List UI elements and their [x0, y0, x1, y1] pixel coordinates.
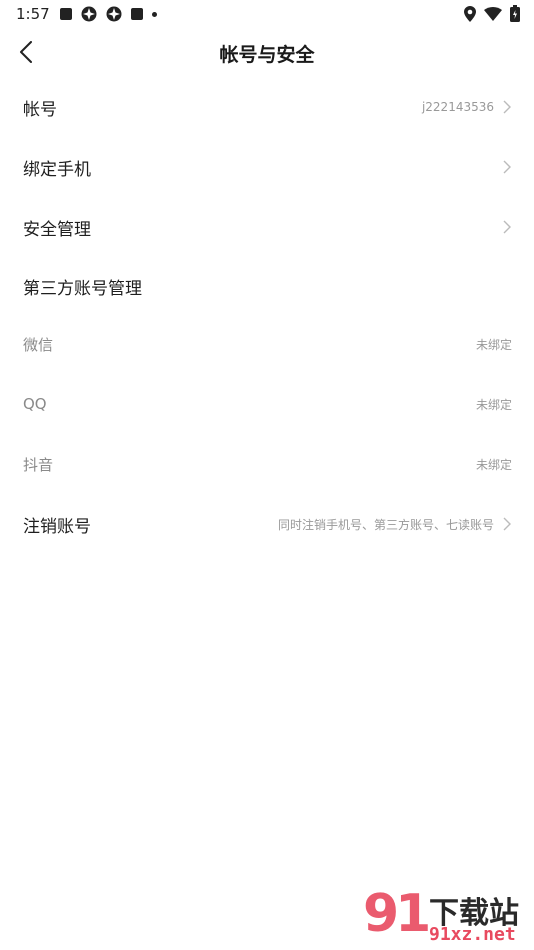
bind-status: 未绑定 [475, 457, 512, 472]
row-label: 帐号 [23, 99, 57, 120]
chevron-right-icon [503, 517, 511, 531]
third-party-section-header: 第三方账号管理 [0, 256, 534, 316]
status-time: 1:57 [16, 5, 50, 23]
bind-phone-row[interactable]: 绑定手机 [0, 137, 534, 197]
notification-pinwheel-icon [106, 6, 122, 22]
notification-square-icon [131, 8, 143, 20]
wifi-icon [484, 6, 502, 21]
security-management-row[interactable]: 安全管理 [0, 197, 534, 257]
page-title: 帐号与安全 [219, 44, 315, 66]
account-id-value: j222143536 [421, 100, 494, 114]
cancel-account-note: 同时注销手机号、第三方账号、七读账号 [277, 517, 494, 532]
douyin-row[interactable]: 抖音 未绑定 [0, 434, 534, 494]
bind-status: 未绑定 [475, 337, 512, 352]
row-label: 安全管理 [23, 219, 91, 240]
account-row[interactable]: 帐号 j222143536 [0, 77, 534, 137]
notification-pinwheel-icon [81, 6, 97, 22]
wechat-row[interactable]: 微信 未绑定 [0, 314, 534, 374]
row-label: 注销账号 [23, 516, 91, 537]
system-icons [464, 5, 520, 22]
watermark-logo: 91 [363, 884, 431, 944]
notification-square-icon [60, 8, 72, 20]
header: 帐号与安全 [0, 28, 534, 76]
chevron-right-icon [503, 160, 511, 174]
chevron-right-icon [503, 100, 511, 114]
watermark-domain: 91xz.net [429, 924, 516, 945]
cancel-account-row[interactable]: 注销账号 同时注销手机号、第三方账号、七读账号 [0, 494, 534, 554]
row-label: 绑定手机 [23, 159, 91, 180]
battery-icon [510, 5, 520, 22]
row-label: QQ [23, 395, 47, 413]
status-bar: 1:57 [0, 0, 534, 28]
section-title: 第三方账号管理 [23, 278, 142, 299]
row-label: 抖音 [23, 455, 54, 474]
notification-icons [60, 6, 157, 22]
bind-status: 未绑定 [475, 397, 512, 412]
location-icon [464, 5, 476, 22]
more-notifications-dot-icon [152, 11, 157, 17]
site-watermark: 91 下载站 91xz.net [359, 880, 534, 950]
row-label: 微信 [23, 335, 54, 354]
qq-row[interactable]: QQ 未绑定 [0, 374, 534, 434]
chevron-right-icon [503, 220, 511, 234]
